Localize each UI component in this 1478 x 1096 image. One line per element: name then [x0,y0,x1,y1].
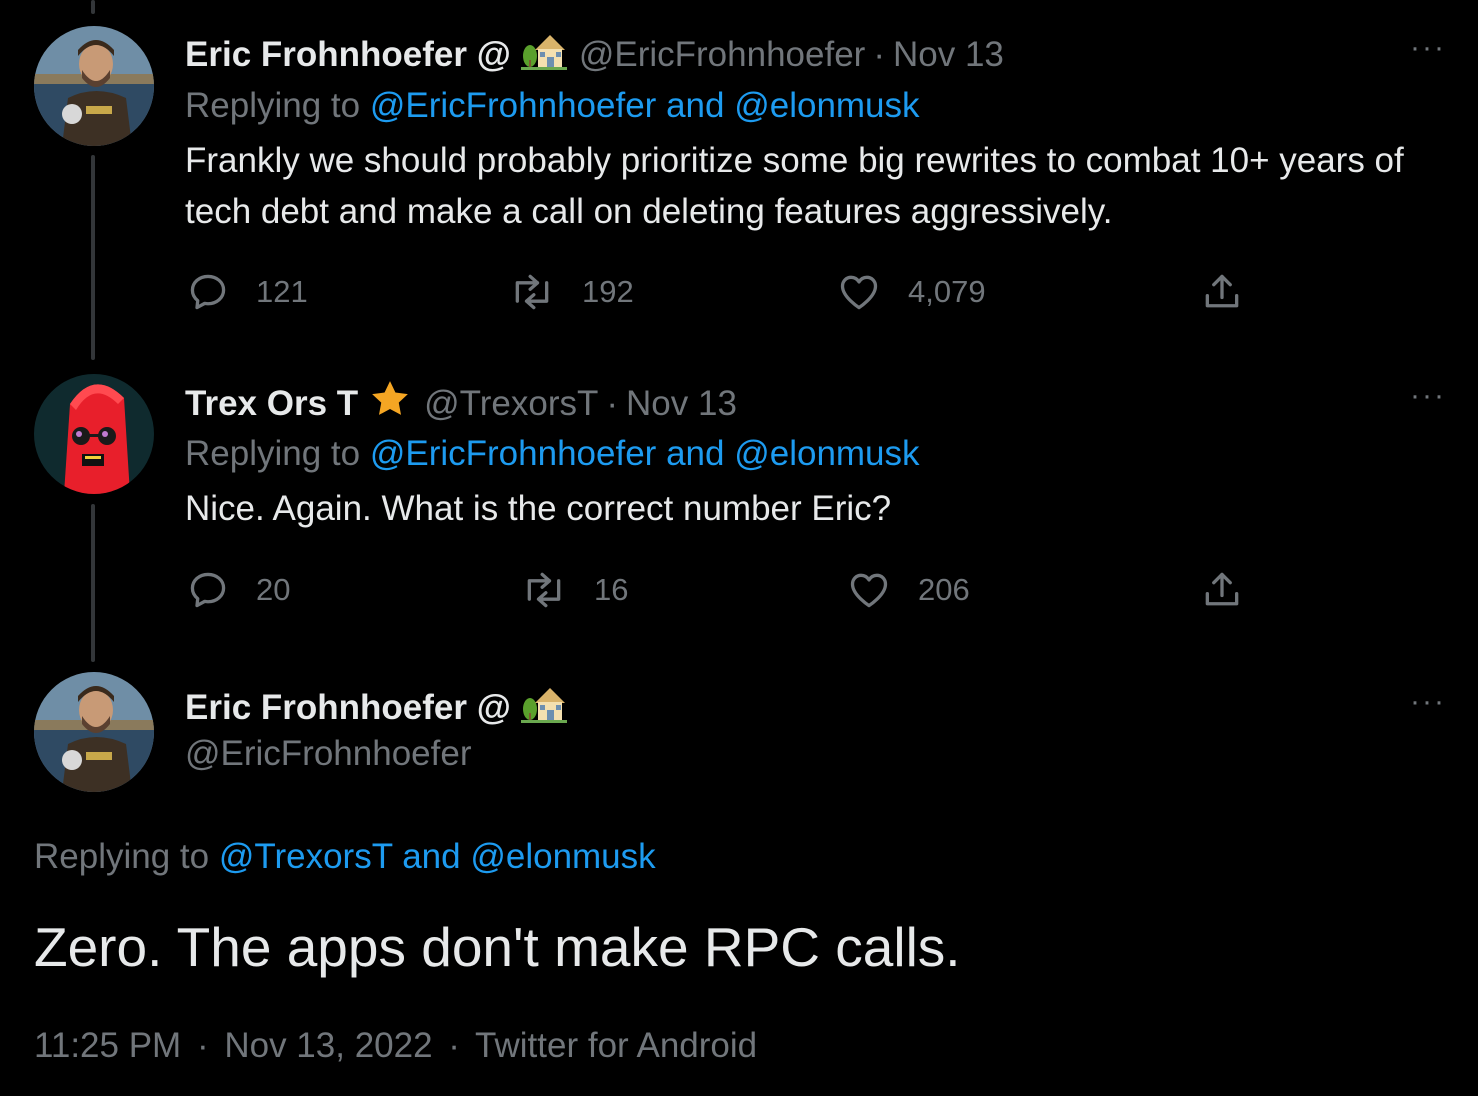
replying-to: Replying to @EricFrohnhoefer and @elonmu… [185,86,920,126]
tweet-text: Frankly we should probably prioritize so… [185,141,1404,231]
replying-and: and [666,434,725,473]
tweet-header: Eric Frohnhoefer @ @EricFrohnhoefer · No… [185,30,1004,79]
retweet-count: 192 [582,274,634,309]
like-button[interactable]: 4,079 [836,270,986,314]
user-handle[interactable]: @EricFrohnhoefer [579,35,865,75]
heart-icon [840,275,878,310]
mention-link[interactable]: @elonmusk [734,434,919,473]
separator-dot: · [196,1026,209,1065]
house-with-garden-icon [520,30,567,79]
replying-to-prefix: Replying to [185,434,361,473]
mention-link[interactable]: @elonmusk [734,86,919,125]
tweet-date[interactable]: Nov 13 [893,35,1004,75]
heart-icon [850,573,888,608]
tweet-time[interactable]: 11:25 PM [34,1026,181,1065]
reply-count: 20 [256,572,291,607]
tweet-source[interactable]: Twitter for Android [475,1026,757,1065]
retweet-button[interactable]: 16 [520,568,628,612]
more-options-icon[interactable]: ··· [1410,381,1446,411]
replying-to: Replying to @TrexorsT and @elonmusk [34,837,656,877]
retweet-icon [515,274,549,310]
like-count: 206 [918,572,970,607]
display-name[interactable]: Eric Frohnhoefer @ [185,688,511,728]
mention-link[interactable]: @TrexorsT [219,837,393,876]
tweet-header: Trex Ors T @TrexorsT · Nov 13 [185,378,737,429]
like-count: 4,079 [908,274,986,309]
tweet-full-date[interactable]: Nov 13, 2022 [224,1026,432,1065]
reply-icon [190,572,226,608]
thread-connector-1 [91,155,95,360]
thread-connector-top [91,0,95,14]
reply-count: 121 [256,274,308,309]
share-icon [1205,274,1239,308]
share-button[interactable] [1200,270,1244,314]
main-tweet-text: Zero. The apps don't make RPC calls. [34,916,961,978]
separator-dot: · [606,383,619,423]
thread-connector-2 [91,504,95,662]
mention-link[interactable]: @EricFrohnhoefer [370,86,656,125]
tweet-header: Eric Frohnhoefer @ [185,683,579,732]
tweet-metadata: 11:25 PM · Nov 13, 2022 · Twitter for An… [34,1025,757,1067]
replying-and: and [402,837,461,876]
more-options-icon[interactable]: ··· [1410,687,1446,717]
mention-link[interactable]: @elonmusk [470,837,655,876]
retweet-count: 16 [594,572,629,607]
tweet-date[interactable]: Nov 13 [626,384,737,424]
avatar[interactable] [34,26,154,146]
user-handle[interactable]: @TrexorsT [424,384,598,424]
display-name[interactable]: Eric Frohnhoefer @ [185,35,511,75]
reply-icon [190,274,226,310]
reply-button[interactable]: 121 [186,270,308,314]
house-with-garden-icon [520,683,567,732]
separator-dot: · [448,1026,460,1065]
replying-and: and [666,86,725,125]
separator-dot: · [873,34,885,74]
star-icon [368,378,412,429]
retweet-icon [527,572,561,608]
display-name[interactable]: Trex Ors T [185,384,358,424]
user-handle[interactable]: @EricFrohnhoefer [185,734,471,774]
mention-link[interactable]: @EricFrohnhoefer [370,434,656,473]
replying-to-prefix: Replying to [185,86,361,125]
more-options-icon[interactable]: ··· [1410,33,1446,63]
like-button[interactable]: 206 [846,568,970,612]
replying-to: Replying to @EricFrohnhoefer and @elonmu… [185,434,920,474]
reply-button[interactable]: 20 [186,568,290,612]
share-button[interactable] [1200,568,1244,612]
avatar[interactable] [34,672,154,792]
replying-to-prefix: Replying to [34,837,210,876]
retweet-button[interactable]: 192 [508,270,634,314]
share-icon [1205,572,1239,606]
avatar[interactable] [34,374,154,494]
tweet-text: Nice. Again. What is the correct number … [185,489,892,528]
